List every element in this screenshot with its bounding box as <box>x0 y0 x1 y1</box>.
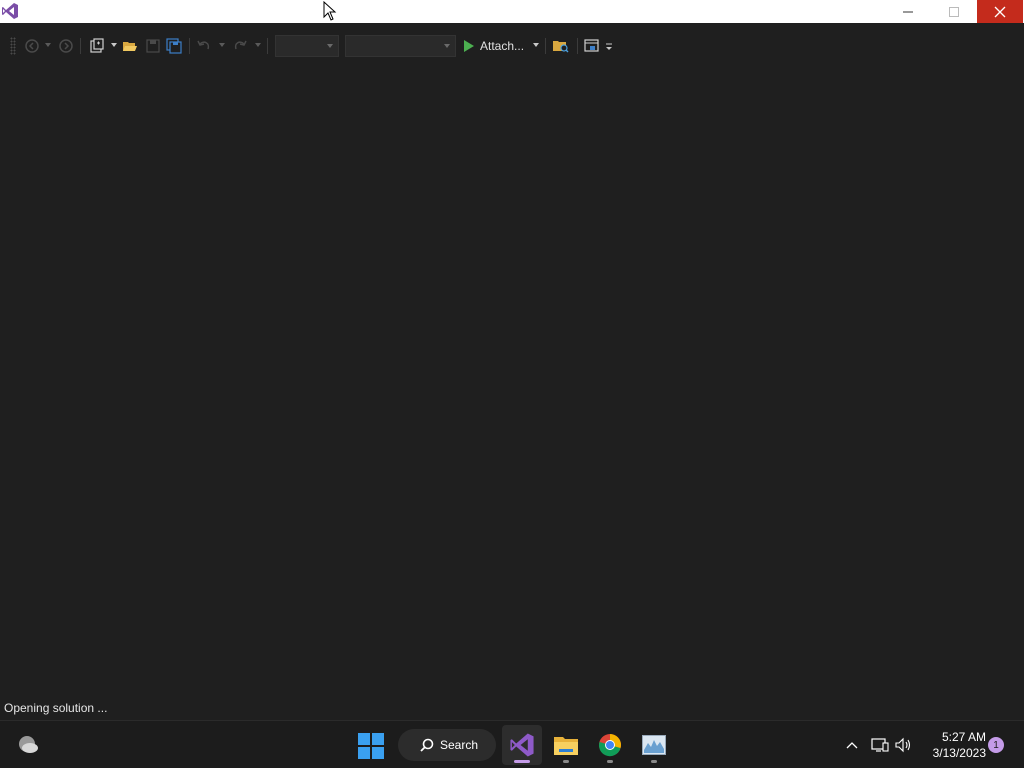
toolbar-overflow-button[interactable] <box>604 36 614 56</box>
clock-date: 3/13/2023 <box>932 746 986 760</box>
navigate-forward-icon <box>59 39 73 53</box>
visual-studio-icon <box>1 2 19 20</box>
visual-studio-icon <box>510 733 534 757</box>
resource-monitor-icon <box>642 735 666 755</box>
undo-button[interactable] <box>196 36 212 56</box>
network-button[interactable] <box>870 735 890 755</box>
toolbar-separator <box>577 38 578 54</box>
system-clock[interactable]: 5:27 AM 3/13/2023 <box>920 729 986 761</box>
close-icon <box>994 6 1006 17</box>
search-icon <box>420 738 434 752</box>
running-indicator <box>651 760 657 763</box>
clock-time: 5:27 AM <box>941 730 986 744</box>
running-indicator <box>514 760 530 763</box>
toolbar-grip[interactable] <box>10 37 16 55</box>
close-button[interactable] <box>977 0 1023 23</box>
taskbar-app-visual-studio[interactable] <box>502 725 542 765</box>
status-text: Opening solution ... <box>4 701 108 715</box>
browse-folder-button[interactable] <box>552 36 570 56</box>
file-explorer-icon <box>554 737 578 755</box>
save-icon <box>146 39 160 53</box>
network-icon <box>871 738 889 752</box>
attach-label: Attach... <box>480 39 525 53</box>
maximize-button[interactable] <box>931 0 977 23</box>
chevron-down-icon[interactable] <box>45 43 51 47</box>
search-label: Search <box>440 738 479 752</box>
taskbar-app-resource-monitor[interactable] <box>634 725 674 765</box>
volume-icon <box>895 737 911 753</box>
toolbar-separator <box>545 38 546 54</box>
play-icon <box>464 40 474 52</box>
toolbar-overflow-icon <box>606 43 612 50</box>
show-hidden-icons-button[interactable] <box>842 735 862 755</box>
new-project-button[interactable] <box>88 36 106 56</box>
folder-open-icon <box>123 42 137 51</box>
chrome-icon <box>598 734 621 757</box>
taskbar: Search 5:27 AM 3/13/2023 1 <box>0 720 1024 768</box>
minimize-icon <box>903 11 913 12</box>
save-all-icon <box>166 38 182 54</box>
redo-button[interactable] <box>232 36 248 56</box>
taskbar-app-file-explorer[interactable] <box>546 725 586 765</box>
chevron-down-icon[interactable] <box>111 43 117 47</box>
chevron-down-icon <box>444 44 450 48</box>
window-layout-button[interactable] <box>583 36 601 56</box>
toolbar-separator <box>80 38 81 54</box>
title-bar[interactable] <box>0 0 1024 23</box>
save-button[interactable] <box>145 36 161 56</box>
window-layout-icon <box>584 39 599 52</box>
chevron-down-icon[interactable] <box>533 43 539 47</box>
chevron-down-icon[interactable] <box>255 43 261 47</box>
weather-widget[interactable] <box>16 733 40 757</box>
navigate-back-button[interactable] <box>24 36 40 56</box>
solution-configuration-dropdown[interactable] <box>275 35 339 57</box>
maximize-icon <box>949 6 959 17</box>
cloud-icon <box>19 736 38 753</box>
running-indicator <box>563 760 569 763</box>
minimize-button[interactable] <box>885 0 931 23</box>
toolbar: Attach... <box>0 23 1024 69</box>
chevron-down-icon[interactable] <box>219 43 225 47</box>
volume-button[interactable] <box>894 735 914 755</box>
windows-logo-icon <box>358 733 370 745</box>
mouse-cursor-icon <box>323 1 337 21</box>
toolbar-separator <box>267 38 268 54</box>
navigate-forward-button[interactable] <box>58 36 74 56</box>
chevron-up-icon <box>846 742 858 749</box>
taskbar-app-chrome[interactable] <box>590 725 630 765</box>
taskbar-search[interactable]: Search <box>398 729 496 761</box>
chevron-down-icon <box>327 44 333 48</box>
solution-platform-dropdown[interactable] <box>345 35 456 57</box>
save-all-button[interactable] <box>166 36 182 56</box>
undo-icon <box>197 40 210 50</box>
running-indicator <box>607 760 613 763</box>
navigate-back-icon <box>25 39 39 53</box>
new-project-icon <box>90 38 104 53</box>
toolbar-separator <box>189 38 190 54</box>
notification-badge[interactable]: 1 <box>988 737 1004 753</box>
folder-search-icon <box>553 41 569 53</box>
redo-icon <box>234 40 247 50</box>
attach-button[interactable]: Attach... <box>464 36 524 56</box>
open-file-button[interactable] <box>122 36 138 56</box>
start-button[interactable] <box>358 733 384 759</box>
